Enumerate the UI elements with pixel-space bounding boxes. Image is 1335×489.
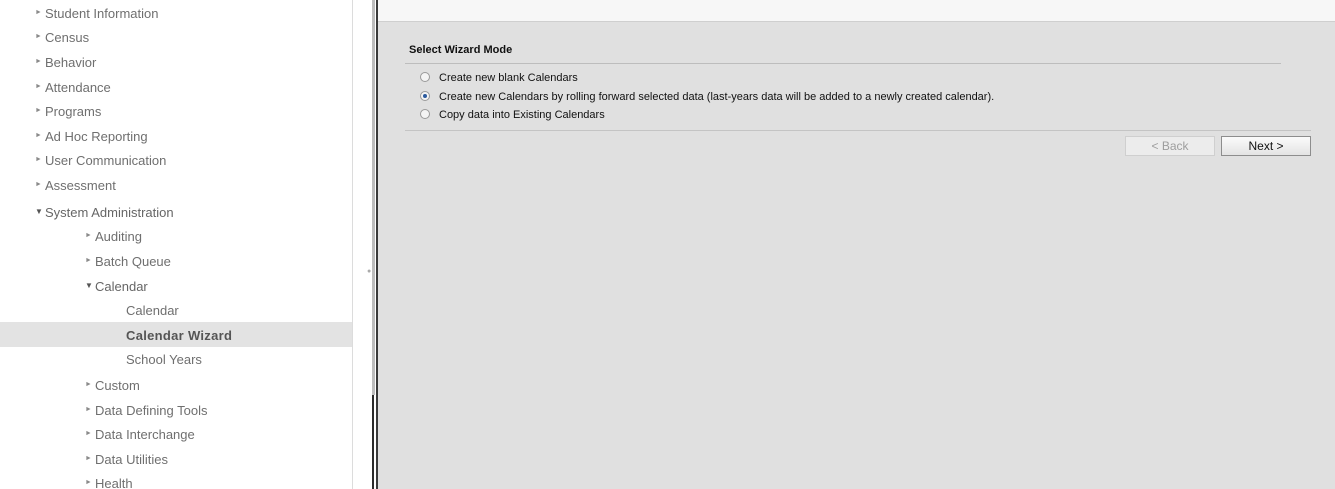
sidebar-item-data-defining-tools[interactable]: ► Data Defining Tools — [0, 397, 352, 422]
option-label: Copy data into Existing Calendars — [439, 109, 605, 122]
triangle-right-icon: ► — [35, 58, 42, 66]
sidebar-item-batch-queue[interactable]: ► Batch Queue — [0, 248, 352, 273]
sidebar-item-label: System Administration — [45, 205, 174, 221]
triangle-right-icon: ► — [35, 132, 42, 140]
sidebar-item-label: Health — [95, 476, 133, 489]
option-roll-forward-calendars[interactable]: Create new Calendars by rolling forward … — [420, 91, 994, 109]
radio-button[interactable] — [420, 109, 430, 120]
triangle-down-icon: ▼ — [35, 207, 43, 217]
sidebar-item-label: Data Defining Tools — [95, 403, 208, 419]
radio-button[interactable] — [420, 72, 430, 83]
sidebar-item-label: Behavior — [45, 55, 97, 71]
sidebar-item-calendar-wizard[interactable]: Calendar Wizard — [0, 322, 352, 347]
triangle-right-icon: ► — [85, 406, 92, 414]
sidebar-item-data-interchange[interactable]: ► Data Interchange — [0, 421, 352, 446]
option-label: Create new Calendars by rolling forward … — [439, 91, 995, 104]
sidebar-item-student-information[interactable]: ► Student Information — [0, 0, 352, 25]
sidebar-item-calendar-group[interactable]: ▼ Calendar — [0, 273, 352, 298]
sidebar-item-label: Calendar Wizard — [126, 328, 233, 344]
sidebar-item-label: Data Utilities — [95, 452, 168, 468]
sidebar-item-auditing[interactable]: ► Auditing — [0, 223, 352, 248]
sidebar-item-label: Custom — [95, 378, 140, 394]
triangle-right-icon: ► — [35, 156, 42, 164]
back-button[interactable]: < Back — [1125, 136, 1215, 156]
next-button[interactable]: Next > — [1221, 136, 1311, 156]
sidebar-item-label: Student Information — [45, 6, 159, 22]
sidebar-item-label: Programs — [45, 104, 102, 120]
sidebar-navigation: ► Student Information ► Census ► Behavior ►… — [0, 0, 352, 489]
splitter-scroll-rail[interactable] — [372, 0, 375, 395]
sidebar-item-label: Assessment — [45, 178, 116, 194]
sidebar-item-label: Data Interchange — [95, 427, 195, 443]
wizard-content-panel: Select Wizard Mode Create new blank Cale… — [376, 0, 1335, 489]
splitter-divider-line — [372, 395, 374, 489]
options-divider — [405, 130, 1311, 131]
app-window: ► Student Information ► Census ► Behavior ►… — [0, 0, 1335, 489]
triangle-right-icon: ► — [85, 257, 92, 265]
sidebar-item-label: User Communication — [45, 153, 167, 169]
sidebar-item-label: Attendance — [45, 80, 111, 96]
sidebar-item-label: Batch Queue — [95, 254, 171, 270]
option-label: Create new blank Calendars — [439, 72, 578, 85]
drag-grip-icon[interactable]: ● — [367, 268, 371, 275]
sidebar-item-attendance[interactable]: ► Attendance — [0, 74, 352, 99]
sidebar-item-label: Census — [45, 30, 90, 46]
sidebar-item-user-communication[interactable]: ► User Communication — [0, 147, 352, 172]
sidebar-item-calendar[interactable]: Calendar — [0, 297, 352, 322]
sidebar-item-label: Calendar — [126, 303, 179, 319]
option-create-blank-calendars[interactable]: Create new blank Calendars — [420, 72, 578, 90]
triangle-right-icon: ► — [85, 232, 92, 240]
triangle-right-icon: ► — [85, 381, 92, 389]
radio-button-selected[interactable] — [420, 91, 430, 102]
option-copy-into-existing[interactable]: Copy data into Existing Calendars — [420, 109, 605, 127]
wizard-section-title: Select Wizard Mode — [409, 44, 513, 56]
sidebar-item-custom[interactable]: ► Custom — [0, 372, 352, 397]
sidebar-item-behavior[interactable]: ► Behavior — [0, 49, 352, 74]
sidebar-item-assessment[interactable]: ► Assessment — [0, 172, 352, 197]
sidebar-item-label: Ad Hoc Reporting — [45, 129, 148, 145]
triangle-right-icon: ► — [35, 83, 42, 91]
triangle-right-icon: ► — [35, 107, 42, 115]
sidebar-item-programs[interactable]: ► Programs — [0, 98, 352, 123]
sidebar-item-data-utilities[interactable]: ► Data Utilities — [0, 446, 352, 471]
sidebar-item-label: Calendar — [95, 279, 148, 295]
triangle-right-icon: ► — [35, 33, 42, 41]
sidebar-item-label: School Years — [126, 352, 202, 368]
sidebar-item-school-years[interactable]: School Years — [0, 346, 352, 371]
content-header-bar — [378, 0, 1335, 22]
triangle-right-icon: ► — [35, 181, 42, 189]
triangle-right-icon: ► — [35, 9, 42, 17]
triangle-right-icon: ► — [85, 479, 92, 487]
triangle-right-icon: ► — [85, 430, 92, 438]
triangle-right-icon: ► — [85, 455, 92, 463]
sidebar-item-label: Auditing — [95, 229, 142, 245]
sidebar-splitter[interactable]: ● — [352, 0, 376, 489]
sidebar-item-ad-hoc-reporting[interactable]: ► Ad Hoc Reporting — [0, 123, 352, 148]
sidebar-item-census[interactable]: ► Census — [0, 24, 352, 49]
sidebar-item-system-administration[interactable]: ▼ System Administration — [0, 199, 352, 224]
triangle-down-icon: ▼ — [85, 281, 93, 291]
sidebar-item-health[interactable]: ► Health — [0, 470, 352, 489]
section-divider — [405, 63, 1281, 64]
